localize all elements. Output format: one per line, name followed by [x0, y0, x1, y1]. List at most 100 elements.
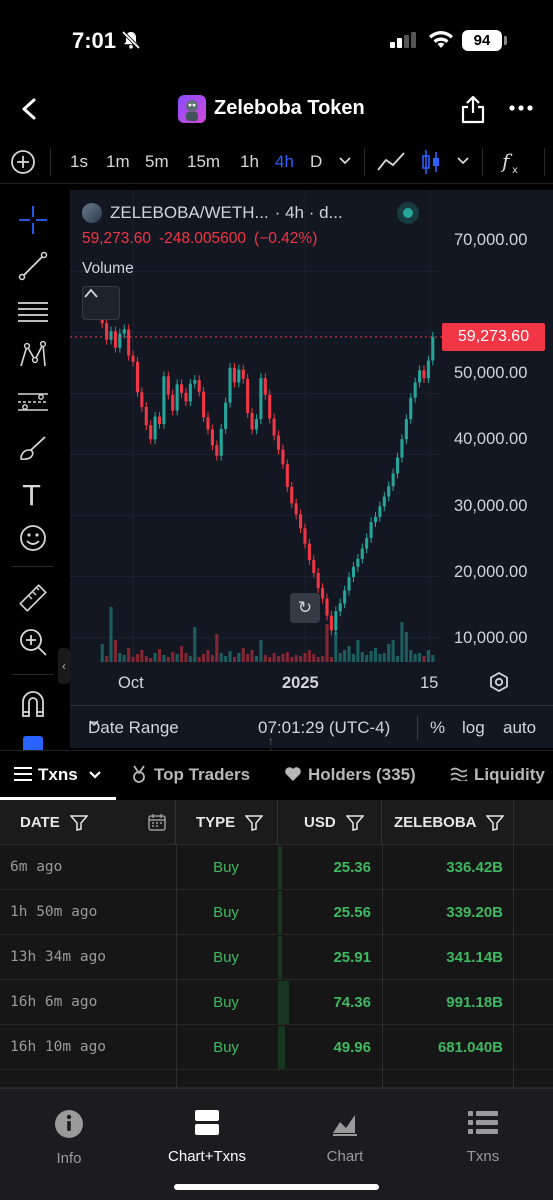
- table-row[interactable]: 6m ago Buy 25.36 336.42B: [0, 845, 553, 890]
- collapse-legend-button[interactable]: [82, 286, 120, 320]
- page-title: Zeleboba Token: [214, 97, 365, 119]
- timeframe-1m[interactable]: 1m: [106, 152, 130, 172]
- candle: [109, 331, 113, 340]
- log-scale-toggle[interactable]: log: [462, 718, 485, 738]
- share-icon[interactable]: [460, 94, 486, 129]
- more-options-icon[interactable]: [508, 98, 534, 123]
- timeframe-1h[interactable]: 1h: [240, 152, 259, 172]
- volume-bar: [422, 656, 426, 662]
- chart-toolbar: 1s 1m 5m 15m 1h 4h D fx: [0, 140, 553, 184]
- table-row-partial[interactable]: [0, 1070, 553, 1088]
- brush-icon[interactable]: [17, 432, 49, 464]
- emoji-icon[interactable]: [17, 522, 49, 554]
- volume-bar: [131, 657, 135, 662]
- forecast-icon[interactable]: [17, 386, 49, 418]
- volume-bar: [272, 653, 276, 662]
- column-header-zeleboba[interactable]: ZELEBOBA: [382, 800, 514, 845]
- chevron-down-icon: [89, 771, 102, 779]
- trend-line-icon[interactable]: [17, 250, 49, 282]
- timeframe-4h[interactable]: 4h: [275, 152, 294, 172]
- footer-divider: [417, 716, 418, 740]
- table-row[interactable]: 16h 6m ago Buy 74.36 991.18B: [0, 980, 553, 1025]
- magnet-icon[interactable]: [17, 688, 49, 720]
- percent-scale-toggle[interactable]: %: [430, 718, 445, 738]
- info-icon: [55, 1110, 83, 1138]
- volume-bar: [334, 632, 338, 662]
- heart-icon: [285, 767, 301, 781]
- pencil-lock-icon[interactable]: [17, 732, 49, 750]
- nav-label: Txns: [466, 1148, 500, 1165]
- nav-txns[interactable]: Txns: [428, 1109, 538, 1165]
- add-symbol-icon[interactable]: [10, 149, 36, 180]
- collapse-toolbar-button[interactable]: ‹: [58, 648, 70, 684]
- back-chevron-icon[interactable]: [14, 94, 44, 124]
- filter-icon[interactable]: [245, 815, 264, 831]
- chevron-down-icon[interactable]: [338, 154, 352, 173]
- wifi-icon: [428, 30, 454, 55]
- table-row[interactable]: 16h 10m ago Buy 49.96 681.040B: [0, 1025, 553, 1070]
- calendar-icon[interactable]: [148, 813, 166, 831]
- home-indicator: [174, 1184, 379, 1190]
- y-tick-label: 20,000.00: [454, 563, 528, 581]
- column-header-usd[interactable]: USD: [278, 800, 382, 845]
- chevron-down-icon[interactable]: [456, 154, 470, 173]
- nav-info[interactable]: Info: [14, 1109, 124, 1167]
- txn-usd: 25.56: [333, 904, 371, 921]
- auto-scale-toggle[interactable]: auto: [503, 718, 536, 738]
- fib-lines-icon[interactable]: [17, 296, 49, 328]
- candle: [219, 428, 223, 456]
- line-chart-icon[interactable]: [376, 150, 406, 179]
- table-row[interactable]: 1h 50m ago Buy 25.56 339.20B: [0, 890, 553, 935]
- tab-liquidity[interactable]: Liquidity: [450, 765, 545, 785]
- filter-icon[interactable]: [486, 815, 505, 831]
- ruler-icon[interactable]: [17, 582, 49, 614]
- volume-bar: [325, 624, 329, 662]
- tab-holders[interactable]: Holders (335): [284, 765, 416, 785]
- table-row[interactable]: 13h 34m ago Buy 25.91 341.14B: [0, 935, 553, 980]
- column-header-date[interactable]: DATE: [0, 800, 176, 845]
- volume-bar: [206, 650, 210, 662]
- volume-bar: [391, 640, 395, 662]
- filter-icon[interactable]: [345, 815, 364, 831]
- price-chart[interactable]: ZELEBOBA/WETH... · 4h · d... 59,273.60 -2…: [70, 190, 553, 748]
- reset-chart-icon[interactable]: ↻: [290, 593, 320, 623]
- filter-icon[interactable]: [69, 815, 88, 831]
- candle: [404, 419, 408, 440]
- candles-icon[interactable]: [420, 148, 442, 181]
- candle: [162, 376, 166, 424]
- tab-label: Txns: [38, 765, 78, 784]
- pattern-icon[interactable]: [17, 340, 49, 372]
- crosshair-icon[interactable]: [17, 204, 49, 236]
- candle: [215, 445, 219, 456]
- text-tool-icon[interactable]: T: [17, 478, 49, 512]
- volume-bar: [290, 657, 294, 662]
- nav-chart-txns[interactable]: Chart+Txns: [152, 1109, 262, 1165]
- timeframe-d[interactable]: D: [310, 152, 322, 172]
- volume-bar: [263, 655, 267, 662]
- nav-chart[interactable]: Chart: [290, 1109, 400, 1165]
- txn-date: 16h 6m ago: [10, 994, 98, 1010]
- column-label: DATE: [20, 814, 60, 831]
- date-range-button[interactable]: Date Range: [88, 718, 179, 738]
- nav-label: Chart: [326, 1148, 364, 1165]
- indicators-fx-icon[interactable]: fx: [500, 148, 524, 181]
- tab-top-traders[interactable]: Top Traders: [130, 765, 250, 785]
- candle: [122, 329, 126, 334]
- column-header-type[interactable]: TYPE: [176, 800, 278, 845]
- candle: [290, 486, 294, 504]
- timeframe-15m[interactable]: 15m: [187, 152, 220, 172]
- volume-bar: [157, 649, 162, 662]
- column-divider: [513, 800, 514, 1088]
- candle: [329, 615, 333, 631]
- zoom-in-icon[interactable]: [17, 626, 49, 658]
- txn-date: 13h 34m ago: [10, 949, 107, 965]
- tab-txns[interactable]: Txns: [14, 765, 102, 785]
- txn-type: Buy: [213, 949, 239, 966]
- timeframe-5m[interactable]: 5m: [145, 152, 169, 172]
- x-tick-label: 15: [420, 674, 439, 692]
- x-tick-label: 2025: [282, 674, 319, 692]
- symbol-name[interactable]: ZELEBOBA/WETH...: [110, 203, 269, 223]
- candle: [294, 503, 298, 515]
- timeframe-1s[interactable]: 1s: [70, 152, 88, 172]
- volume-bar: [285, 652, 289, 662]
